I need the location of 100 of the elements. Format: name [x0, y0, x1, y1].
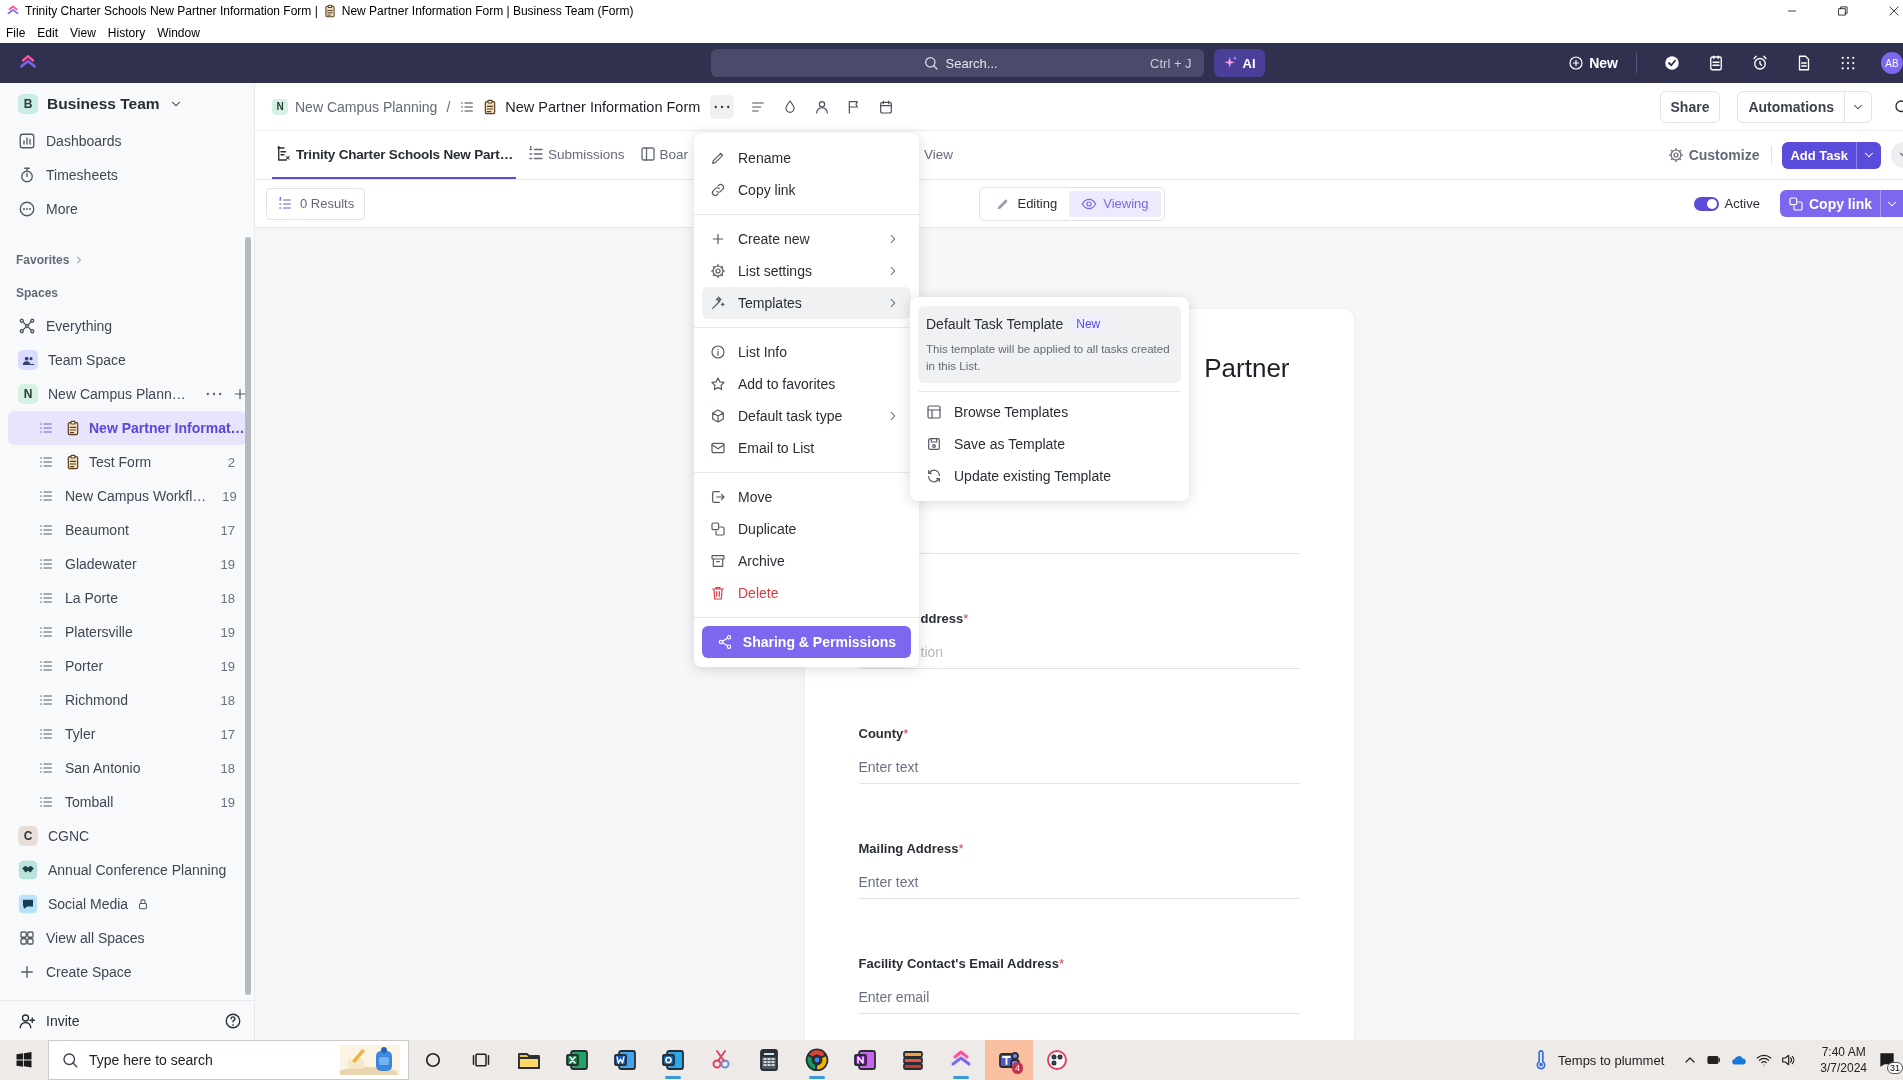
view-tab[interactable]: View — [921, 131, 957, 179]
close-icon[interactable] — [1887, 4, 1901, 18]
invite-link[interactable]: Invite — [46, 1012, 80, 1029]
results-button[interactable]: 0 Results — [266, 187, 366, 220]
view-tab[interactable]: Submissions — [523, 131, 628, 179]
mode-toggle[interactable]: Editing — [983, 190, 1070, 217]
dropdown-button[interactable] — [1856, 141, 1881, 169]
menu-item[interactable]: History — [107, 25, 146, 40]
sidebar-item[interactable]: Annual Conference Planning — [0, 853, 254, 887]
sidebar-item[interactable]: C CGNC — [0, 819, 254, 853]
menu-item[interactable]: Create new — [702, 223, 911, 255]
menu-item[interactable]: Email to List — [702, 432, 911, 464]
customize-button[interactable]: Customize — [1667, 147, 1760, 163]
task-view-icon[interactable] — [471, 1050, 491, 1070]
menu-item[interactable]: Edit — [37, 25, 59, 40]
menu-item[interactable]: Rename — [702, 142, 911, 174]
circle-icon[interactable] — [423, 1050, 443, 1070]
notepad-icon[interactable] — [1707, 54, 1725, 72]
menu-item[interactable]: Save as Template — [918, 428, 1181, 460]
featured-template[interactable]: Default Task Template New This template will be applied to all tasks created in this List. — [918, 306, 1181, 383]
apps-grid-icon[interactable] — [1839, 54, 1857, 72]
clock-time[interactable]: 7:40 AM — [1821, 1044, 1866, 1060]
sidebar-item[interactable]: Richmond 18 — [8, 683, 246, 717]
active-switch[interactable] — [1693, 196, 1719, 211]
menu-item[interactable]: Templates — [702, 287, 911, 319]
mode-toggle[interactable]: Viewing — [1069, 190, 1161, 217]
sidebar-item[interactable]: Porter 19 — [8, 649, 246, 683]
notebook-icon[interactable] — [853, 1048, 877, 1072]
taskbar-search-field[interactable]: Type here to search — [48, 1040, 409, 1080]
menu-item[interactable]: Move — [702, 481, 911, 513]
section-label[interactable]: Favorites — [16, 252, 70, 267]
view-tab[interactable]: Boar — [635, 131, 692, 179]
space-badge: C — [18, 826, 38, 846]
sidebar-item[interactable]: View all Spaces — [0, 921, 254, 955]
breadcrumb-current[interactable]: New Partner Information Form — [505, 98, 701, 115]
menu-item[interactable]: Default task type — [702, 400, 911, 432]
menu-item[interactable]: View — [70, 25, 96, 40]
calendar-icon[interactable] — [878, 98, 895, 115]
sidebar-item[interactable]: Beaumont 17 — [8, 513, 246, 547]
copy-link-button[interactable]: Copy link — [1780, 190, 1880, 217]
sidebar-item[interactable]: Test Form 2 — [8, 445, 246, 479]
scrollbar[interactable] — [245, 237, 251, 995]
sharing-button[interactable]: Sharing & Permissions — [702, 626, 911, 658]
add-task-button[interactable]: Add Task — [1782, 141, 1856, 169]
document-icon[interactable] — [613, 1048, 637, 1072]
sidebar-item[interactable]: Platersville 19 — [8, 615, 246, 649]
sidebar-item[interactable]: Timesheets — [0, 158, 254, 192]
sidebar-item[interactable]: N New Campus Plann… — [0, 377, 254, 411]
input-field[interactable]: Enter text — [858, 865, 1300, 899]
workspace-name[interactable]: Business Team — [47, 94, 160, 113]
view-tab[interactable]: Trinity Charter Schools New Part… — [272, 131, 516, 179]
menu-item[interactable]: File — [6, 25, 26, 40]
automations-button[interactable]: Automations — [1737, 90, 1845, 123]
sidebar-item[interactable]: La Porte 18 — [8, 581, 246, 615]
help-icon[interactable] — [224, 1011, 242, 1030]
spreadsheet-icon[interactable] — [565, 1048, 589, 1072]
user-avatar[interactable]: AB — [1881, 52, 1903, 74]
menu-item[interactable]: Delete — [702, 577, 911, 609]
speaker-icon[interactable] — [1780, 1052, 1797, 1068]
menu-item[interactable]: Add to favorites — [702, 368, 911, 400]
mail-icon[interactable] — [661, 1048, 685, 1072]
menu-item[interactable]: Update existing Template — [918, 460, 1181, 492]
sidebar-item[interactable]: New Partner Informat… — [8, 411, 246, 445]
search-field[interactable]: Search... Ctrl + J — [710, 49, 1204, 77]
menu-item[interactable]: List Info — [702, 336, 911, 368]
browser-icon[interactable] — [805, 1048, 829, 1072]
input-field[interactable]: Enter email — [858, 980, 1300, 1014]
ai-button[interactable]: AI — [1213, 49, 1265, 77]
sidebar-item[interactable]: Gladewater 19 — [8, 547, 246, 581]
check-circle-icon[interactable] — [1663, 54, 1681, 72]
menu-item[interactable]: Archive — [702, 545, 911, 577]
sidebar-item[interactable]: San Antonio 18 — [8, 751, 246, 785]
sidebar-item[interactable]: Everything — [0, 309, 254, 343]
weather-text[interactable]: Temps to plummet — [1558, 1052, 1665, 1068]
sidebar-item[interactable]: Tomball 19 — [8, 785, 246, 819]
sidebar-item[interactable]: Tyler 17 — [8, 717, 246, 751]
assignee-icon[interactable] — [814, 98, 831, 115]
new-button[interactable]: New — [1568, 55, 1618, 71]
menu-item[interactable]: Window — [157, 25, 200, 40]
taskbar-button[interactable]: 4 — [985, 1040, 1033, 1080]
paint-icon[interactable] — [1045, 1048, 1069, 1072]
more-options-icon[interactable] — [205, 392, 222, 396]
sidebar-item[interactable]: More — [0, 192, 254, 226]
calculator-icon[interactable] — [757, 1048, 781, 1072]
stack-icon[interactable] — [901, 1048, 925, 1072]
sidebar-item[interactable]: New Campus Workfl… 19 — [8, 479, 246, 513]
share-button[interactable]: Share — [1659, 90, 1721, 123]
restore-icon[interactable] — [1836, 4, 1850, 18]
menu-item[interactable]: Copy link — [702, 174, 911, 206]
menu-item[interactable]: Duplicate — [702, 513, 911, 545]
breadcrumb-link[interactable]: New Campus Planning — [295, 98, 438, 115]
sidebar-item[interactable]: Social Media — [0, 887, 254, 921]
sidebar-item[interactable]: Create Space — [0, 955, 254, 989]
menu-item[interactable]: Browse Templates — [918, 396, 1181, 428]
input-field[interactable]: Enter text — [858, 750, 1300, 784]
sidebar-item[interactable]: Team Space — [0, 343, 254, 377]
clock-date[interactable]: 3/7/2024 — [1820, 1060, 1867, 1076]
menu-item[interactable]: List settings — [702, 255, 911, 287]
sidebar-item[interactable]: Dashboards — [0, 124, 254, 158]
alarm-clock-icon[interactable] — [1751, 54, 1769, 72]
